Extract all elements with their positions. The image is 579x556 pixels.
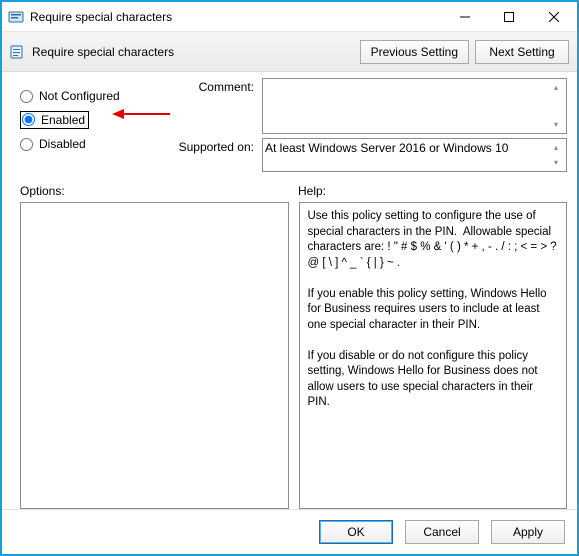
minimize-button[interactable] xyxy=(443,3,487,31)
comment-label: Comment: xyxy=(170,78,262,134)
policy-icon xyxy=(10,44,26,60)
title-bar: Require special characters xyxy=(2,2,577,32)
scroll-up-icon[interactable]: ▴ xyxy=(554,143,558,152)
comment-value xyxy=(265,81,548,131)
next-setting-button[interactable]: Next Setting xyxy=(475,40,569,64)
comment-textbox[interactable]: ▴ ▾ xyxy=(262,78,567,134)
app-icon xyxy=(8,9,24,25)
supported-label: Supported on: xyxy=(170,138,262,172)
close-button[interactable] xyxy=(531,3,577,31)
supported-scrollbar[interactable]: ▴ ▾ xyxy=(548,141,564,169)
cancel-button[interactable]: Cancel xyxy=(405,520,479,544)
ok-button[interactable]: OK xyxy=(319,520,393,544)
window-title: Require special characters xyxy=(30,10,443,24)
supported-value: At least Windows Server 2016 or Windows … xyxy=(265,141,548,169)
scroll-down-icon[interactable]: ▾ xyxy=(554,120,558,129)
scroll-up-icon[interactable]: ▴ xyxy=(554,83,558,92)
dialog-footer: OK Cancel Apply xyxy=(2,509,577,554)
supported-textbox: At least Windows Server 2016 or Windows … xyxy=(262,138,567,172)
radio-disabled-label: Disabled xyxy=(39,137,86,151)
radio-not-configured-label: Not Configured xyxy=(39,89,120,103)
help-pane: Use this policy setting to configure the… xyxy=(299,202,568,509)
options-pane[interactable] xyxy=(20,202,289,509)
comment-scrollbar[interactable]: ▴ ▾ xyxy=(548,81,564,131)
maximize-button[interactable] xyxy=(487,3,531,31)
apply-button[interactable]: Apply xyxy=(491,520,565,544)
radio-enabled-input[interactable] xyxy=(22,113,35,126)
radio-enabled-label: Enabled xyxy=(41,113,85,127)
radio-disabled-input[interactable] xyxy=(20,138,33,151)
options-label: Options: xyxy=(20,184,298,198)
toolbar: Require special characters Previous Sett… xyxy=(2,32,577,72)
help-label: Help: xyxy=(298,184,326,198)
radio-not-configured[interactable]: Not Configured xyxy=(20,84,170,108)
policy-name: Require special characters xyxy=(32,45,174,59)
scroll-down-icon[interactable]: ▾ xyxy=(554,158,558,167)
help-text: Use this policy setting to configure the… xyxy=(300,203,567,508)
radio-disabled[interactable]: Disabled xyxy=(20,132,170,156)
previous-setting-button[interactable]: Previous Setting xyxy=(360,40,469,64)
radio-not-configured-input[interactable] xyxy=(20,90,33,103)
radio-enabled[interactable]: Enabled xyxy=(20,108,170,132)
state-radio-group: Not Configured Enabled Disabled xyxy=(20,78,170,176)
